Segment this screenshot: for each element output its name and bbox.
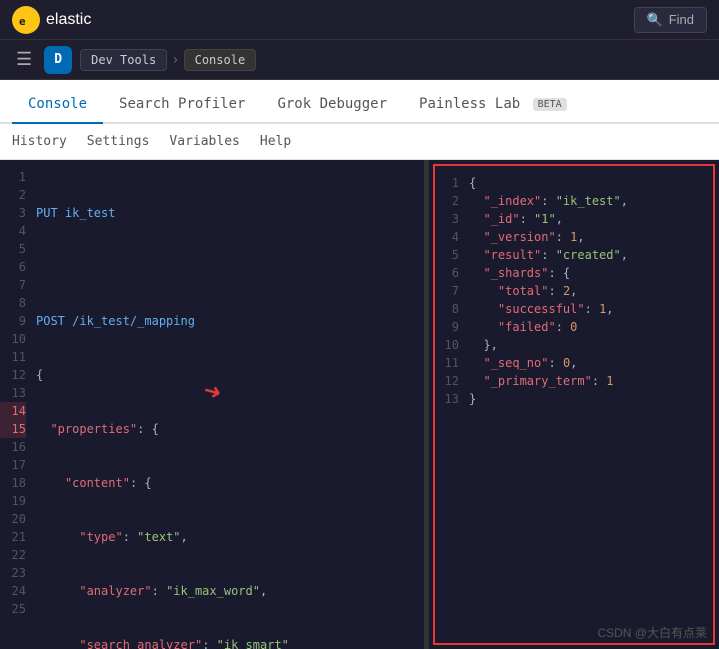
svg-text:e: e — [19, 15, 26, 28]
code-line-1: PUT ik_test — [36, 206, 115, 220]
code-line-8e: , — [260, 584, 267, 598]
response-code: 1 2 3 4 5 6 7 8 9 10 11 12 13 { "_index"… — [435, 166, 713, 643]
code-line-8c: : — [152, 584, 166, 598]
nav-header: ☰ D Dev Tools › Console — [0, 40, 719, 80]
code-line-4: { — [36, 368, 43, 382]
sub-nav: History Settings Variables Help — [0, 124, 719, 160]
find-button[interactable]: 🔍 Find — [634, 7, 707, 33]
code-line-5b: "properties" — [50, 422, 137, 436]
code-line-9a — [36, 638, 79, 649]
code-line-5a — [36, 422, 50, 436]
response-line-numbers: 1 2 3 4 5 6 7 8 9 10 11 12 13 — [435, 166, 463, 643]
sub-nav-help[interactable]: Help — [260, 126, 291, 157]
code-line-7b: "type" — [79, 530, 122, 544]
elastic-logo: e elastic — [12, 6, 91, 34]
tab-console[interactable]: Console — [12, 86, 103, 124]
code-line-7e: , — [181, 530, 188, 544]
code-line-6c: : { — [130, 476, 152, 490]
breadcrumb: Dev Tools › Console — [80, 49, 256, 71]
code-line-8b: "analyzer" — [79, 584, 151, 598]
code-line-3: POST /ik_test/_mapping — [36, 314, 195, 328]
breadcrumb-devtools[interactable]: Dev Tools — [80, 49, 167, 71]
elastic-text: elastic — [46, 11, 91, 29]
search-icon: 🔍 — [647, 12, 663, 28]
line-numbers: 1 2 3 4 5 6 7 8 9 10 11 12 13 14 15 16 1… — [0, 160, 32, 649]
code-line-6a — [36, 476, 65, 490]
code-line-6b: "content" — [65, 476, 130, 490]
code-line-5c: : { — [137, 422, 159, 436]
tab-bar: Console Search Profiler Grok Debugger Pa… — [0, 80, 719, 124]
code-line-9d: "ik_smart" — [217, 638, 289, 649]
editor-panel: 1 2 3 4 5 6 7 8 9 10 11 12 13 14 15 16 1… — [0, 160, 425, 649]
response-content: { "_index": "ik_test", "_id": "1", "_ver… — [463, 166, 713, 643]
code-area: 1 2 3 4 5 6 7 8 9 10 11 12 13 14 15 16 1… — [0, 160, 424, 649]
top-header: e elastic 🔍 Find — [0, 0, 719, 40]
sub-nav-settings[interactable]: Settings — [87, 126, 150, 157]
tab-grok-debugger[interactable]: Grok Debugger — [261, 86, 403, 124]
code-line-9b: "search_analyzer" — [79, 638, 202, 649]
elastic-icon: e — [12, 6, 40, 34]
code-line-7c: : — [123, 530, 137, 544]
breadcrumb-sep: › — [171, 52, 179, 68]
code-line-2 — [36, 258, 416, 276]
code-line-7d: "text" — [137, 530, 180, 544]
code-line-7a — [36, 530, 79, 544]
beta-badge: BETA — [533, 98, 567, 111]
find-label: Find — [669, 12, 694, 27]
logo-area: e elastic — [12, 6, 91, 34]
hamburger-icon[interactable]: ☰ — [12, 45, 36, 74]
code-editor[interactable]: PUT ik_test POST /ik_test/_mapping { "pr… — [32, 160, 424, 649]
code-line-8d: "ik_max_word" — [166, 584, 260, 598]
tab-painless-lab[interactable]: Painless Lab BETA — [403, 86, 583, 124]
avatar: D — [44, 46, 72, 74]
sub-nav-history[interactable]: History — [12, 126, 67, 157]
sub-nav-variables[interactable]: Variables — [169, 126, 239, 157]
response-border: 1 2 3 4 5 6 7 8 9 10 11 12 13 { "_index"… — [433, 164, 715, 645]
code-line-9c: : — [202, 638, 216, 649]
watermark: CSDN @大白有点莱 — [597, 624, 707, 641]
code-line-8a — [36, 584, 79, 598]
response-panel: 1 2 3 4 5 6 7 8 9 10 11 12 13 { "_index"… — [429, 160, 719, 649]
breadcrumb-console[interactable]: Console — [184, 49, 257, 71]
main-content: 1 2 3 4 5 6 7 8 9 10 11 12 13 14 15 16 1… — [0, 160, 719, 649]
tab-search-profiler[interactable]: Search Profiler — [103, 86, 261, 124]
